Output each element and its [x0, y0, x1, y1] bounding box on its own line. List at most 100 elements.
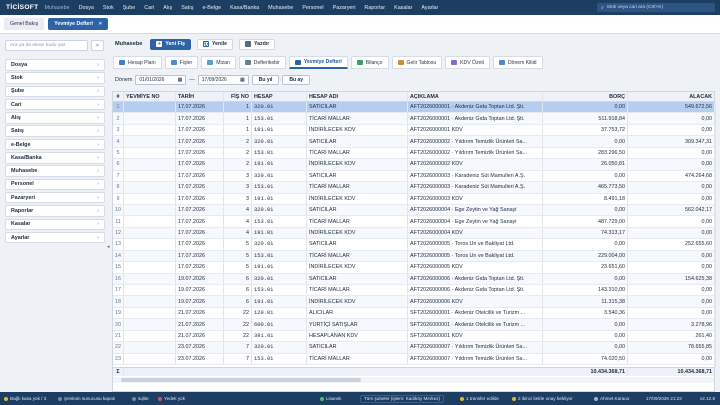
sidebar-item-raporlar[interactable]: Raporlar › — [5, 205, 105, 217]
new-voucher-button[interactable]: + Yeni Fiş — [150, 38, 191, 50]
table-row[interactable]: 14 17.07.2026 5 153.01 TİCARİ MALLAR AFT20260… — [113, 250, 714, 263]
nav-item-alis[interactable]: Alış — [163, 5, 172, 11]
sidebar-item-ayarlar[interactable]: Ayarlar › — [5, 231, 105, 244]
cell-hesap-adi: TİCARİ MALLAR — [307, 250, 408, 262]
column-header-tari-h[interactable]: TARİH — [176, 92, 224, 101]
sidebar-item-dosya[interactable]: Dosya › — [5, 59, 105, 71]
column-header-borc[interactable]: BORÇ — [543, 92, 628, 101]
table-row[interactable]: 8 17.07.2026 3 153.01 TİCARİ MALLAR AFT202600… — [113, 182, 714, 194]
subtab-donem-kilidi[interactable]: Dönem Kilidi — [492, 56, 543, 69]
column-header-hesap-adi[interactable]: HESAP ADI — [307, 92, 408, 101]
sidebar-item-cari[interactable]: Cari › — [5, 98, 105, 111]
this-year-button[interactable]: Bu yıl — [251, 75, 280, 85]
subtab-bilanco[interactable]: Bilanço — [350, 56, 389, 69]
subtab-gelir-tablosu[interactable]: Gelir Tablosu — [391, 56, 443, 69]
nav-item-personel[interactable]: Personel — [302, 5, 323, 11]
this-month-button[interactable]: Bu ay — [282, 75, 311, 85]
sidebar-clear-button[interactable]: × — [91, 40, 104, 51]
table-row[interactable]: 4 17.07.2026 2 320.01 SATICILAR AFT2026000002… — [113, 136, 714, 148]
branch-selector[interactable]: Tüm şubeler (işlem: Kadıköy Merkez) — [360, 394, 445, 403]
vertical-scrollbar[interactable] — [714, 102, 716, 367]
scrollbar-thumb[interactable] — [121, 378, 361, 382]
table-row[interactable]: 18 19.07.2026 6 191.01 İNDİRİLECEK KDV AFT202… — [113, 296, 714, 308]
table-row[interactable]: 11 17.07.2026 4 153.01 TİCARİ MALLAR AFT20260… — [113, 216, 714, 228]
sidebar-item-personel[interactable]: Personel › — [5, 178, 105, 191]
horizontal-scrollbar[interactable] — [113, 377, 714, 383]
sidebar-item-alis[interactable]: Alış › — [5, 112, 105, 124]
table-row[interactable]: 7 17.07.2026 3 320.01 SATICILAR AFT2026000003… — [113, 170, 714, 183]
sidebar-item-e-belge[interactable]: e-Belge › — [5, 138, 105, 151]
column-header-fi-s-no[interactable]: FİŞ NO — [224, 92, 252, 101]
date-from-input[interactable]: 01/01/2026 ▦ — [135, 75, 187, 85]
status-backup[interactable]: Yedek yok — [158, 392, 185, 405]
sidebar-item-pazaryeri[interactable]: Pazaryeri › — [5, 191, 105, 204]
cell-hesap: 320.01 — [252, 136, 307, 147]
sidebar-item-kasa-banka[interactable]: Kasa/Banka › — [5, 152, 105, 164]
nav-item-pazaryeri[interactable]: Pazaryeri — [333, 5, 356, 11]
status-pending[interactable]: 2 ikinci bekle onay bekliyor — [512, 392, 573, 405]
table-row[interactable]: 16 19.07.2026 6 320.01 SATICILAR AFT202600000… — [113, 273, 714, 285]
sidebar-item-sube[interactable]: Şube › — [5, 85, 105, 98]
table-row[interactable]: 2 17.07.2026 1 153.01 TİCARİ MALLAR AFT202600… — [113, 113, 714, 125]
table-row[interactable]: 9 17.07.2026 3 191.01 İNDİRİLECEK KDV AFT2026… — [113, 193, 714, 205]
column-header-index[interactable]: # — [113, 92, 124, 101]
subtab-kdv-ozeti[interactable]: KDV Özeti — [445, 56, 490, 69]
table-row[interactable]: 12 17.07.2026 4 191.01 İNDİRİLECEK KDV AFT202… — [113, 227, 714, 240]
nav-item-sube[interactable]: Şube — [123, 5, 136, 11]
table-row[interactable]: 17 19.07.2026 6 153.01 TİCARİ MALLAR AFT20260… — [113, 285, 714, 297]
table-row[interactable]: 19 21.07.2026 22 120.01 ALICILAR SFT202600000… — [113, 307, 714, 320]
subtab-fisler[interactable]: Fişler — [164, 56, 199, 69]
subtab-yevmiye-defteri[interactable]: Yevmiye Defteri — [288, 56, 348, 69]
table-row[interactable]: 13 17.07.2026 5 320.01 SATICILAR AFT202600000… — [113, 239, 714, 251]
nav-item-stok[interactable]: Stok — [103, 5, 114, 11]
table-row[interactable]: 23 23.07.2026 7 153.01 TİCARİ MALLAR AFT20260… — [113, 353, 714, 366]
sidebar-item-muhasebe[interactable]: Muhasebe › — [5, 165, 105, 177]
print-button[interactable]: Yazdır — [238, 38, 276, 50]
nav-item-cari[interactable]: Cari — [144, 5, 154, 11]
table-row[interactable]: 21 21.07.2026 22 391.01 HESAPLANAN KDV SFT202… — [113, 330, 714, 343]
hesap-plani-icon — [119, 60, 125, 65]
table-row[interactable]: 6 17.07.2026 2 191.01 İNDİRİLECEK KDV AFT2026… — [113, 159, 714, 171]
nav-item-raporlar[interactable]: Raporlar — [364, 5, 385, 11]
subtab-defterikebir[interactable]: Defterikebir — [238, 56, 286, 69]
nav-item-kasalar[interactable]: Kasalar — [394, 5, 412, 11]
global-search[interactable]: ⌕ Stok veya cari ara (Ctrl+K) — [597, 3, 715, 12]
cell-index: 11 — [113, 216, 124, 227]
sidebar-search-input[interactable]: Ara ya da ekran kodu yaz — [5, 40, 88, 51]
cell-index: 22 — [113, 342, 124, 353]
table-row[interactable]: 10 17.07.2026 4 320.01 SATICILAR AFT202600000… — [113, 204, 714, 217]
table-row[interactable]: 22 23.07.2026 7 320.01 SATICILAR AFT202600000… — [113, 342, 714, 354]
column-header-hesap[interactable]: HESAP — [252, 92, 307, 101]
journal-table: # YEVMİYE NO TARİH FİŞ NO HESAP HESAP ADI AÇIK… — [112, 91, 716, 392]
date-from-value: 01/01/2026 — [139, 77, 165, 83]
status-user[interactable]: Ahmet Karaca — [594, 392, 629, 405]
sidebar-item-satis[interactable]: Satış › — [5, 125, 105, 137]
cell-hesap: 320.01 — [252, 102, 307, 113]
nav-item-satis[interactable]: Satış — [181, 5, 193, 11]
date-to-input[interactable]: 17/09/2026 ▦ — [197, 75, 249, 85]
status-transfer[interactable]: 1 transfer edilde — [460, 392, 499, 405]
column-header-alacak[interactable]: ALACAK — [628, 92, 714, 101]
nav-item-ayarlar[interactable]: Ayarlar — [421, 5, 438, 11]
sidebar-item-kasalar[interactable]: Kasalar › — [5, 218, 105, 231]
table-row[interactable]: 3 17.07.2026 1 191.01 İNDİRİLECEK KDV AFT2026… — [113, 124, 714, 137]
sidebar-item-stok[interactable]: Stok › — [5, 72, 105, 84]
subtab-hesap-plani[interactable]: Hesap Planı — [113, 56, 162, 69]
nav-item-dosya[interactable]: Dosya — [79, 5, 94, 11]
status-kasa[interactable]: Bağlı kasa yok / 3 — [4, 392, 46, 405]
column-header-aciklama[interactable]: AÇIKLAMA — [408, 92, 543, 101]
tab-yevmiye-defteri[interactable]: Yevmiye Defteri × — [48, 18, 108, 30]
subtab-mizan[interactable]: Mizan — [201, 56, 236, 69]
close-icon[interactable]: × — [99, 21, 102, 27]
app-logo[interactable]: TİCİSOFT — [0, 4, 44, 11]
nav-item-muhasebe[interactable]: Muhasebe — [268, 5, 293, 11]
refresh-button[interactable]: ↻ Yenile — [196, 38, 233, 50]
nav-item-e-belge[interactable]: e-Belge — [202, 5, 221, 11]
column-header-yevmi-ye-no[interactable]: YEVMİYE NO — [124, 92, 176, 101]
nav-item-kasa-banka[interactable]: Kasa/Banka — [230, 5, 259, 11]
table-row[interactable]: 1 17.07.2026 1 320.01 SATICILAR AFT2026000001… — [113, 102, 714, 114]
table-row[interactable]: 20 21.07.2026 22 600.01 YURTİÇİ SATIŞLAR SFT2… — [113, 319, 714, 331]
table-row[interactable]: 15 17.07.2026 5 191.01 İNDİRİLECEK KDV AFT202… — [113, 262, 714, 274]
table-row[interactable]: 5 17.07.2026 2 153.01 TİCARİ MALLAR AFT202600… — [113, 147, 714, 160]
tab-genel-bakis[interactable]: Genel Bakış — [4, 18, 45, 30]
